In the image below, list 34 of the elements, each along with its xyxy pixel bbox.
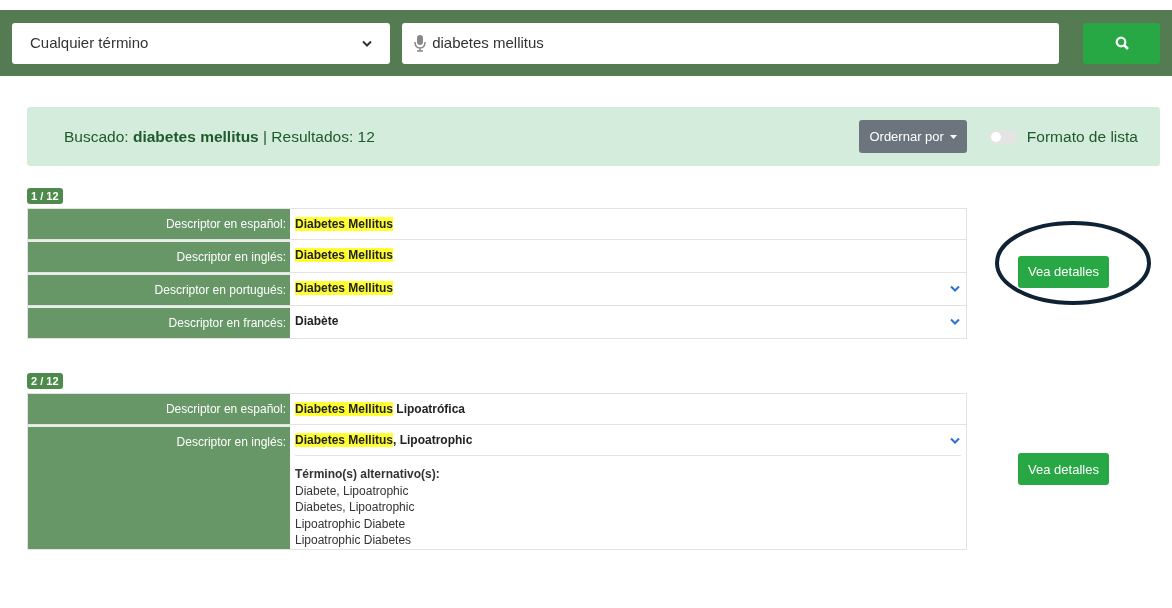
search-field[interactable]: diabetes mellitus bbox=[402, 22, 1060, 64]
field-label: Descriptor en francés: bbox=[168, 315, 286, 332]
result-number-badge: 2 / 12 bbox=[27, 373, 63, 389]
result-number-badge: 1 / 12 bbox=[27, 188, 63, 204]
field-label: Descriptor en español: bbox=[165, 401, 286, 418]
alternatives-heading: Término(s) alternativo(s): bbox=[295, 466, 441, 483]
field-label: Descriptor en inglés: bbox=[176, 434, 286, 451]
alternative-term: Lipoatrophic Diabetes bbox=[295, 532, 413, 549]
search-summary: Buscado: diabetes mellitus | Resultados: 12 bbox=[64, 126, 375, 147]
microphone-icon[interactable] bbox=[414, 34, 427, 52]
search-icon bbox=[1114, 36, 1129, 50]
details-button[interactable]: Vea detalles bbox=[1018, 453, 1109, 486]
scope-select[interactable]: Cualquier término bbox=[12, 22, 391, 64]
search-button[interactable] bbox=[1083, 22, 1160, 64]
field-label: Descriptor en español: bbox=[165, 216, 286, 233]
alternative-term: Diabetes, Lipoatrophic bbox=[295, 499, 416, 516]
field-label: Descriptor en portugués: bbox=[154, 282, 286, 299]
descriptor-value: Diabetes Mellitus bbox=[295, 280, 394, 297]
descriptor-value: Diabète bbox=[295, 313, 339, 330]
chevron-down-icon bbox=[362, 39, 373, 47]
field-label: Descriptor en inglés: bbox=[176, 249, 286, 266]
descriptor-value: Diabetes Mellitus Lipoatrófica bbox=[295, 401, 466, 418]
caret-icon bbox=[949, 134, 957, 139]
toggle-label: Formato de lista bbox=[1026, 126, 1138, 147]
sort-button[interactable]: Ordernar por bbox=[859, 120, 967, 153]
descriptor-value: Diabetes Mellitus bbox=[295, 247, 394, 264]
alternative-term: Diabete, Lipoatrophic bbox=[295, 482, 410, 499]
alternative-term: Lipoatrophic Diabete bbox=[295, 515, 407, 532]
details-button[interactable]: Vea detalles bbox=[1018, 255, 1109, 288]
chevron-down-icon bbox=[950, 436, 960, 444]
chevron-down-icon bbox=[950, 284, 960, 292]
chevron-down-icon bbox=[950, 317, 960, 325]
toggle-switch[interactable] bbox=[988, 129, 1017, 144]
descriptor-value: Diabetes Mellitus bbox=[295, 216, 394, 233]
